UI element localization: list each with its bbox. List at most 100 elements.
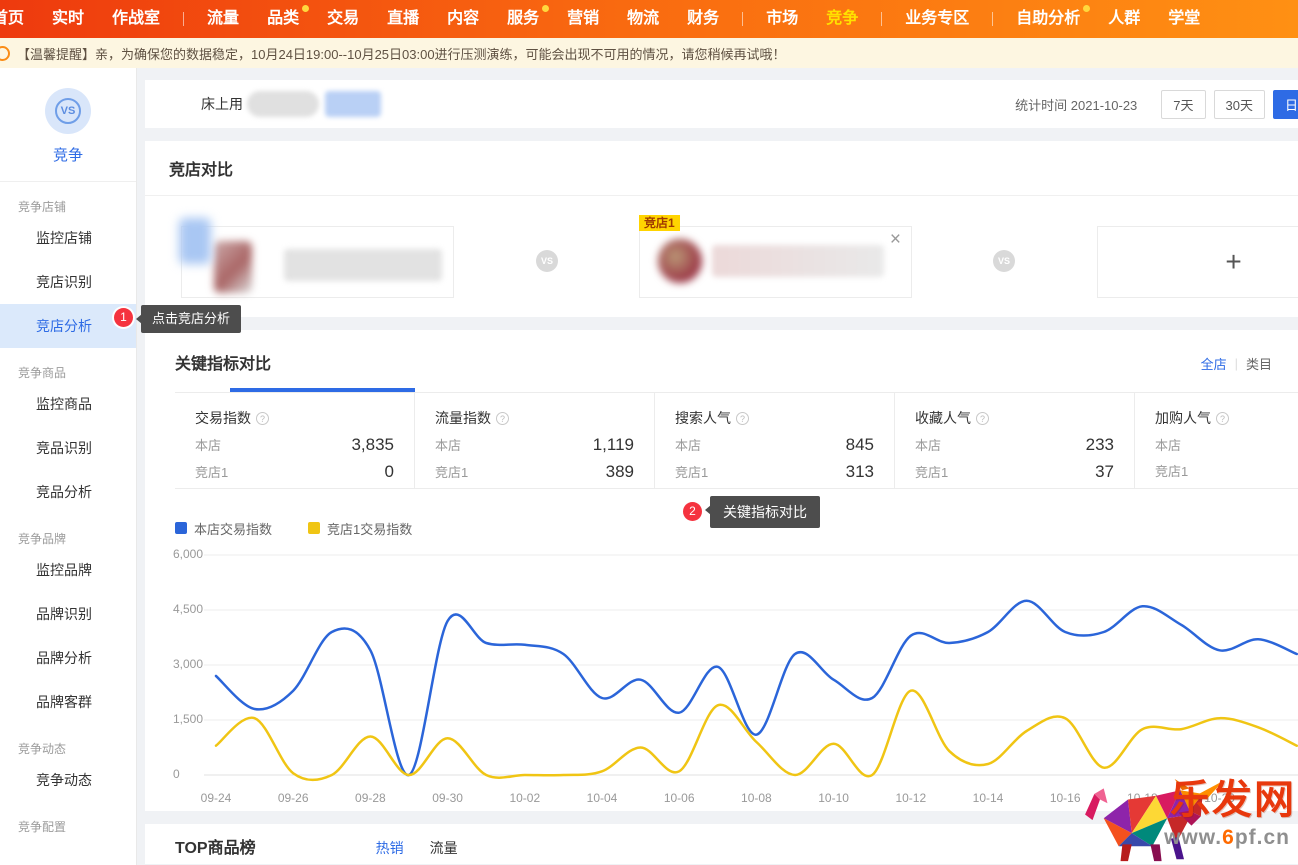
metric-row-value: 3,835 <box>351 435 394 455</box>
trend-chart-svg[interactable] <box>204 555 1298 775</box>
top-products-card: TOP商品榜 热销流量 <box>145 824 1298 864</box>
nav-item-物流[interactable]: 物流 <box>613 0 673 38</box>
nav-item-学堂[interactable]: 学堂 <box>1154 0 1214 38</box>
scope-link-类目[interactable]: 类目 <box>1246 354 1272 373</box>
sidebar-item-监控品牌[interactable]: 监控品牌 <box>0 548 136 592</box>
nav-item-业务专区[interactable]: 业务专区 <box>891 0 983 38</box>
metric-title: 交易指数? <box>195 408 394 428</box>
metric-row-label: 本店 <box>675 435 701 454</box>
x-axis-tick: 10-04 <box>587 791 618 805</box>
vs-icon: VS <box>993 250 1015 272</box>
nav-item-作战室[interactable]: 作战室 <box>98 0 174 38</box>
nav-item-财务[interactable]: 财务 <box>673 0 733 38</box>
help-icon[interactable]: ? <box>736 412 749 425</box>
nav-item-内容[interactable]: 内容 <box>433 0 493 38</box>
sidebar-group-title: 竞争商品 <box>0 348 136 382</box>
sidebar-item-竞店识别[interactable]: 竞店识别 <box>0 260 136 304</box>
y-axis-tick: 3,000 <box>173 657 203 671</box>
range-button-日[interactable]: 日 <box>1273 90 1298 119</box>
metric-row: 竞店1313 <box>675 462 874 482</box>
top-products-tab-热销[interactable]: 热销 <box>376 838 404 858</box>
x-axis-tick: 10-20 <box>1204 791 1235 805</box>
nav-item-品类[interactable]: 品类 <box>253 0 313 38</box>
store-header: 床上用 统计时间 2021-10-23 7天30天日 <box>145 80 1298 128</box>
sidebar-item-品牌分析[interactable]: 品牌分析 <box>0 636 136 680</box>
trend-chart[interactable]: 01,5003,0004,5006,000 09-2409-2609-2809-… <box>165 547 1298 811</box>
compare-title-row: 竞店对比 <box>145 141 1298 196</box>
sidebar-item-品牌识别[interactable]: 品牌识别 <box>0 592 136 636</box>
sidebar-item-竞店分析[interactable]: 竞店分析1点击竞店分析 <box>0 304 136 348</box>
legend-item-本店交易指数[interactable]: 本店交易指数 <box>175 519 272 538</box>
sidebar-group-title: 竞争品牌 <box>0 514 136 548</box>
compare-title: 竞店对比 <box>169 162 233 179</box>
metric-row-label: 竞店1 <box>675 462 708 481</box>
sidebar-item-竞争动态[interactable]: 竞争动态 <box>0 758 136 802</box>
sidebar: VS 竞争 竞争店铺监控店铺竞店识别竞店分析1点击竞店分析竞争商品监控商品竞品识… <box>0 68 137 865</box>
metric-row: 竞店1389 <box>435 462 634 482</box>
top-products-tabs: 热销 流量 <box>376 838 458 858</box>
x-axis-tick: 09-26 <box>278 791 309 805</box>
nav-item-服务[interactable]: 服务 <box>493 0 553 38</box>
x-axis-tick: 10-12 <box>895 791 926 805</box>
metric-card-流量指数: 流量指数?本店1,119竞店1389 <box>415 393 655 488</box>
sidebar-item-竞品识别[interactable]: 竞品识别 <box>0 426 136 470</box>
store-name: 床上用 <box>201 94 243 114</box>
sidebar-item-监控店铺[interactable]: 监控店铺 <box>0 216 136 260</box>
active-tab-indicator <box>230 388 415 392</box>
scope-separator: | <box>1235 356 1238 371</box>
sidebar-module-label: 竞争 <box>0 144 136 165</box>
scope-link-全店[interactable]: 全店 <box>1201 354 1227 373</box>
metric-row-label: 竞店1 <box>195 462 228 481</box>
close-icon[interactable]: × <box>890 229 901 251</box>
metric-title: 收藏人气? <box>915 408 1114 428</box>
nav-item-首页[interactable]: 首页 <box>0 0 38 38</box>
x-axis-tick: 09-24 <box>201 791 232 805</box>
top-products-tab-流量[interactable]: 流量 <box>430 838 458 858</box>
x-axis-tick: 10-16 <box>1050 791 1081 805</box>
sidebar-item-品牌客群[interactable]: 品牌客群 <box>0 680 136 724</box>
nav-item-流量[interactable]: 流量 <box>193 0 253 38</box>
nav-item-交易[interactable]: 交易 <box>313 0 373 38</box>
nav-item-市场[interactable]: 市场 <box>752 0 812 38</box>
compare-body: VS 竞店1 × VS + <box>145 196 1298 317</box>
metric-row-label: 竞店1 <box>915 462 948 481</box>
store-name-redacted <box>247 91 319 117</box>
nav-divider <box>881 12 882 26</box>
tab-strip <box>145 388 1298 392</box>
sidebar-item-竞品分析[interactable]: 竞品分析 <box>0 470 136 514</box>
x-axis-tick: 10-18 <box>1127 791 1158 805</box>
add-store-card[interactable]: + <box>1097 226 1298 298</box>
sidebar-module-header: VS 竞争 <box>0 68 136 182</box>
metric-row-value: 389 <box>606 462 634 482</box>
legend-item-竞店1交易指数[interactable]: 竞店1交易指数 <box>308 519 412 538</box>
help-icon[interactable]: ? <box>1216 412 1229 425</box>
redacted-blob <box>179 218 211 264</box>
nav-item-营销[interactable]: 营销 <box>553 0 613 38</box>
metric-row-value: 1,119 <box>593 435 634 455</box>
nav-item-人群[interactable]: 人群 <box>1094 0 1154 38</box>
metric-title: 加购人气? <box>1155 408 1298 428</box>
metric-row-label: 本店 <box>195 435 221 454</box>
range-button-7天[interactable]: 7天 <box>1161 90 1205 119</box>
help-icon[interactable]: ? <box>496 412 509 425</box>
nav-item-竞争[interactable]: 竞争 <box>812 0 872 38</box>
metric-card-搜索人气: 搜索人气?本店845竞店1313 <box>655 393 895 488</box>
metric-row-label: 竞店1 <box>1155 461 1188 480</box>
nav-item-自助分析[interactable]: 自助分析 <box>1002 0 1094 38</box>
nav-divider <box>742 12 743 26</box>
nav-item-直播[interactable]: 直播 <box>373 0 433 38</box>
y-axis-tick: 4,500 <box>173 602 203 616</box>
sidebar-item-监控商品[interactable]: 监控商品 <box>0 382 136 426</box>
range-button-30天[interactable]: 30天 <box>1214 90 1265 119</box>
metric-row-value: 0 <box>385 462 394 482</box>
step2-badge: 2 <box>683 502 702 521</box>
header-right: 统计时间 2021-10-23 7天30天日 <box>1015 90 1298 119</box>
nav-item-实时[interactable]: 实时 <box>38 0 98 38</box>
metric-row-value: 845 <box>846 435 874 455</box>
notice-icon <box>0 46 10 61</box>
help-icon[interactable]: ? <box>976 412 989 425</box>
x-axis-tick: 10-14 <box>973 791 1004 805</box>
step2-tooltip: 关键指标对比 <box>710 496 820 528</box>
metric-row-label: 本店 <box>1155 435 1181 454</box>
help-icon[interactable]: ? <box>256 412 269 425</box>
